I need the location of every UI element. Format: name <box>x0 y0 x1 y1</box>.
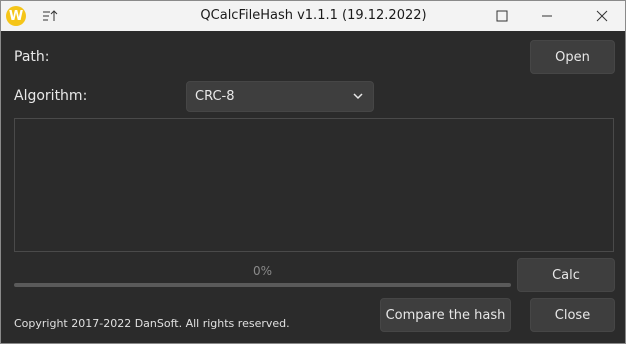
chevron-down-icon <box>353 93 363 100</box>
stay-on-top-icon <box>43 10 58 21</box>
hash-output-area[interactable] <box>14 118 614 252</box>
stay-on-top-button[interactable] <box>39 6 61 26</box>
app-logo-letter: W <box>8 8 24 24</box>
algorithm-select[interactable]: CRC-8 <box>186 81 374 112</box>
compare-hash-button[interactable]: Compare the hash <box>380 298 511 332</box>
maximize-icon <box>496 10 508 22</box>
progress-bar <box>14 283 511 287</box>
progress-percent: 0% <box>252 264 273 278</box>
window-title: QCalcFileHash v1.1.1 (19.12.2022) <box>200 8 427 23</box>
copyright-text: Copyright 2017-2022 DanSoft. All rights … <box>14 317 290 330</box>
close-icon <box>596 10 608 22</box>
app-logo-icon: W <box>6 6 26 26</box>
minimize-icon <box>542 15 552 17</box>
maximize-button[interactable] <box>479 1 525 31</box>
minimize-button[interactable] <box>524 1 570 31</box>
open-button[interactable]: Open <box>530 40 615 74</box>
calc-button[interactable]: Calc <box>517 258 615 292</box>
close-button[interactable]: Close <box>530 298 615 332</box>
path-label: Path: <box>14 49 50 65</box>
close-window-button[interactable] <box>579 1 625 31</box>
app-window: W QCalcFileHash v1.1.1 (19.12.2022) Path… <box>0 0 626 344</box>
algorithm-label: Algorithm: <box>14 88 88 104</box>
title-bar[interactable]: W QCalcFileHash v1.1.1 (19.12.2022) <box>1 1 625 31</box>
algorithm-selected-value: CRC-8 <box>195 89 235 104</box>
